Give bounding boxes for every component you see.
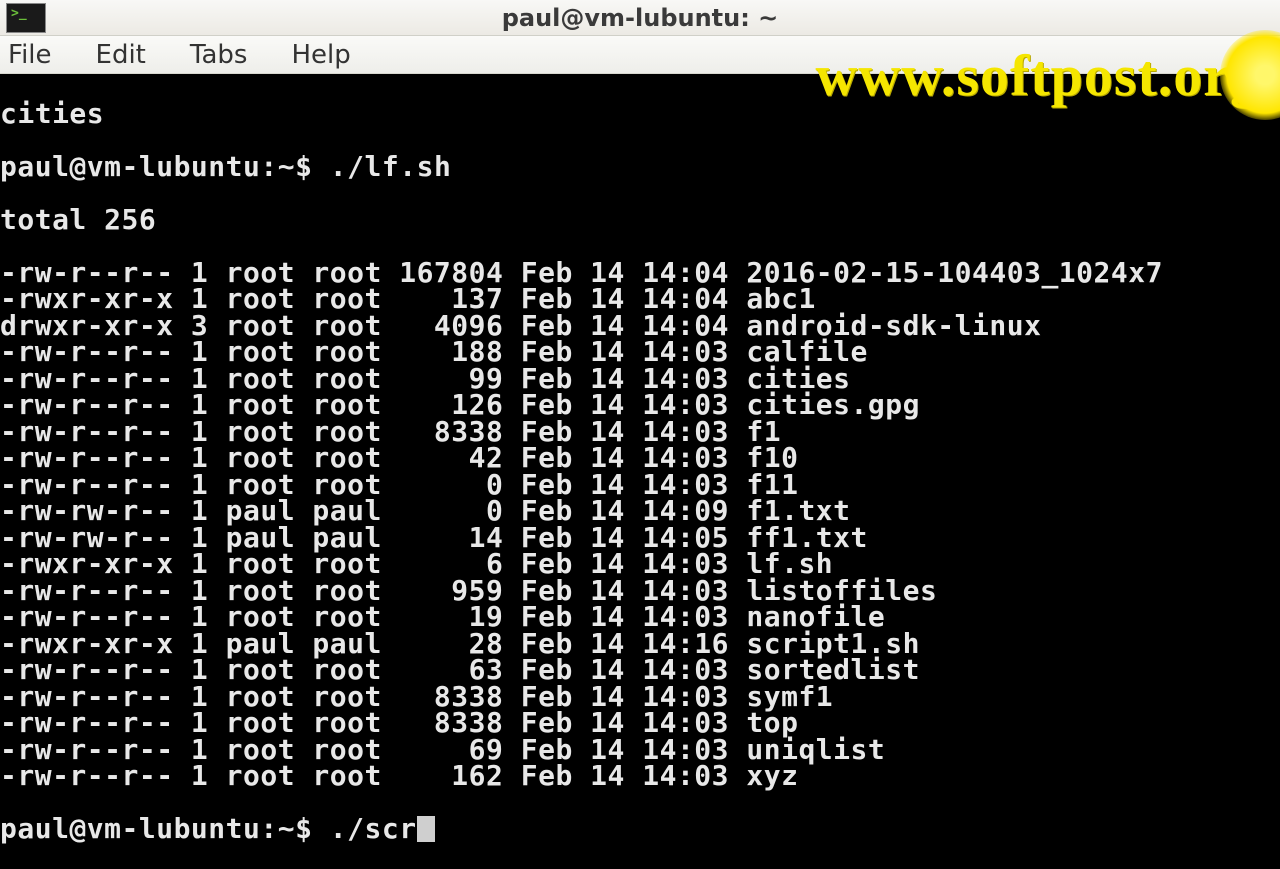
prompt-line: paul@vm-lubuntu:~$ ./lf.sh: [0, 154, 1280, 181]
menu-help[interactable]: Help: [291, 40, 350, 70]
typed-command: ./scr: [330, 816, 417, 843]
menu-file[interactable]: File: [8, 40, 52, 70]
menu-edit[interactable]: Edit: [96, 40, 146, 70]
command-text: ./lf.sh: [330, 150, 452, 183]
watermark-text: www.softpost.org: [815, 42, 1260, 109]
current-prompt-line[interactable]: paul@vm-lubuntu:~$ ./scr: [0, 816, 1280, 843]
terminal-output[interactable]: cities paul@vm-lubuntu:~$ ./lf.sh total …: [0, 74, 1280, 720]
terminal-app-icon: [0, 0, 52, 36]
output-line: total 256: [0, 207, 1280, 234]
file-listing-row: -rw-r--r-- 1 root root 69 Feb 14 14:03 u…: [0, 737, 1280, 764]
menu-tabs[interactable]: Tabs: [190, 40, 248, 70]
file-listing-row: -rw-r--r-- 1 root root 162 Feb 14 14:03 …: [0, 763, 1280, 790]
shell-prompt: paul@vm-lubuntu:~$: [0, 150, 330, 183]
window-title: paul@vm-lubuntu: ~: [502, 4, 779, 32]
file-listing-row: -rw-r--r-- 1 root root 8338 Feb 14 14:03…: [0, 710, 1280, 737]
window-titlebar: paul@vm-lubuntu: ~: [0, 0, 1280, 36]
cursor-block: [417, 816, 435, 842]
shell-prompt: paul@vm-lubuntu:~$: [0, 816, 330, 843]
